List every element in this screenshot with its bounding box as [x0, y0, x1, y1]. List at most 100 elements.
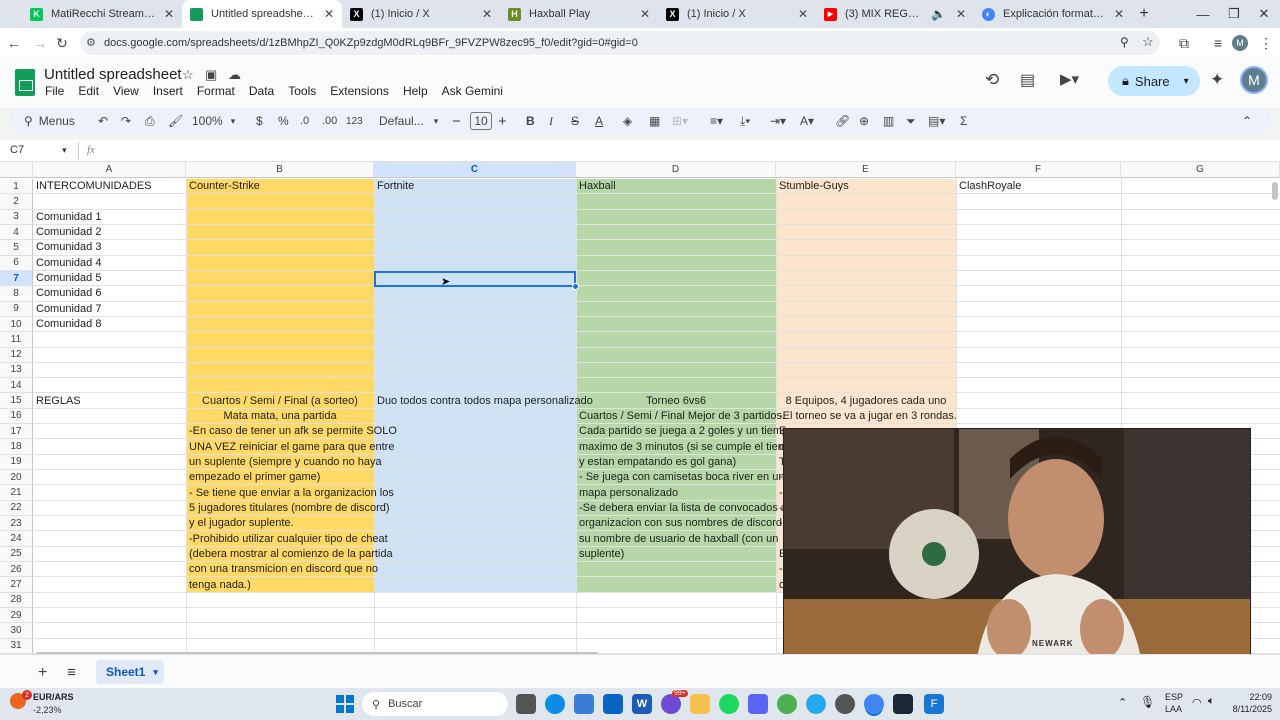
close-tab-icon[interactable]: ✕ — [482, 7, 492, 21]
text-rotation-icon[interactable]: A▾ — [800, 111, 814, 131]
select-all-corner[interactable] — [0, 162, 33, 178]
row-header[interactable]: 8 — [0, 286, 33, 302]
cell-a6[interactable]: Comunidad 4 — [33, 256, 104, 271]
cell-b15[interactable]: Cuartos / Semi / Final (a sorteo) — [186, 394, 374, 409]
more-menu-icon[interactable]: ⋮ — [1256, 33, 1276, 53]
cell-a15[interactable]: REGLAS — [33, 394, 84, 409]
column-header-c[interactable]: C — [374, 162, 576, 178]
fill-handle[interactable] — [572, 283, 579, 290]
collapse-toolbar-icon[interactable]: ⌃ — [1242, 111, 1252, 131]
reload-icon[interactable]: ↻ — [52, 33, 72, 53]
browser-tab[interactable]: ◐ Explicación formato torneo ✕ — [974, 0, 1132, 28]
filter-views-icon[interactable]: ▤▾ — [928, 111, 945, 131]
row-header[interactable]: 6 — [0, 255, 33, 271]
language-top[interactable]: ESP — [1165, 692, 1183, 702]
formula-input[interactable] — [108, 142, 1278, 160]
fill-color-icon[interactable]: ◈ — [623, 111, 632, 131]
insert-chart-icon[interactable]: ▥ — [883, 111, 894, 131]
app-icon[interactable] — [748, 694, 768, 714]
cell-c1[interactable]: Fortnite — [374, 179, 417, 194]
strikethrough-icon[interactable]: S — [571, 111, 579, 131]
close-tab-icon[interactable]: ✕ — [164, 7, 174, 21]
close-tab-icon[interactable]: ✕ — [956, 7, 966, 21]
media-icon[interactable]: ≡ — [1208, 33, 1228, 53]
menu-help[interactable]: Help — [403, 84, 428, 98]
file-explorer-icon[interactable] — [690, 694, 710, 714]
insert-comment-icon[interactable]: ⊕ — [859, 111, 869, 131]
row-header[interactable]: 23 — [0, 516, 33, 532]
row-header[interactable]: 15 — [0, 393, 33, 409]
cell-d1[interactable]: Haxball — [576, 179, 619, 194]
row-header[interactable]: 31 — [0, 638, 33, 654]
row-header[interactable]: 30 — [0, 623, 33, 639]
vertical-scrollbar[interactable] — [1272, 182, 1278, 200]
all-sheets-icon[interactable]: ≡ — [67, 664, 76, 681]
undo-icon[interactable]: ↶ — [98, 111, 108, 131]
cell-a3[interactable]: Comunidad 1 — [33, 210, 104, 225]
star-icon[interactable]: ☆ — [182, 67, 194, 83]
merge-cells-icon[interactable]: ⊞▾ — [672, 111, 688, 131]
browser-tab[interactable]: ▶ (3) MIX REGGAETON 2021 🔈 ✕ — [816, 0, 974, 28]
gemini-icon[interactable]: ✦ — [1210, 70, 1224, 90]
row-header[interactable]: 19 — [0, 454, 33, 471]
selected-cell-c7[interactable] — [374, 271, 576, 287]
cell-a7[interactable]: Comunidad 5 — [33, 271, 104, 286]
menu-extensions[interactable]: Extensions — [330, 84, 389, 98]
cell-b16[interactable]: Mata mata, una partida — [186, 409, 374, 424]
steam-icon[interactable] — [893, 694, 913, 714]
cell-a1[interactable]: INTERCOMUNIDADES — [33, 179, 155, 194]
cell-a5[interactable]: Comunidad 3 — [33, 240, 104, 255]
row-header[interactable]: 22 — [0, 500, 33, 517]
close-tab-icon[interactable]: ✕ — [1114, 7, 1124, 21]
menu-insert[interactable]: Insert — [153, 84, 183, 98]
row-header[interactable]: 18 — [0, 439, 33, 455]
close-window-icon[interactable]: ✕ — [1248, 0, 1280, 28]
increase-decimal-button[interactable]: .00 — [322, 111, 337, 131]
menu-format[interactable]: Format — [197, 84, 235, 98]
profile-avatar[interactable]: M — [1232, 35, 1248, 51]
chrome-icon[interactable] — [777, 694, 797, 714]
app-f-icon[interactable]: F — [924, 694, 944, 714]
row-header[interactable]: 14 — [0, 378, 33, 394]
clock-date[interactable]: 8/11/2025 — [1220, 704, 1272, 714]
browser-tab-active[interactable]: Untitled spreadsheet - Google Sheets ✕ — [182, 0, 342, 28]
row-header[interactable]: 21 — [0, 485, 33, 501]
bold-icon[interactable]: B — [526, 111, 535, 131]
row-header[interactable]: 29 — [0, 607, 33, 624]
vertical-align-icon[interactable]: ⤓▾ — [740, 111, 750, 131]
print-icon[interactable]: ⎙ — [145, 111, 155, 131]
name-box[interactable]: C7 ▾ — [10, 144, 67, 156]
column-header-a[interactable]: A — [33, 162, 186, 178]
volume-icon[interactable]: 🔈︎ — [1208, 695, 1215, 708]
windows-start-icon[interactable] — [336, 695, 354, 713]
menu-view[interactable]: View — [113, 84, 139, 98]
column-header-g[interactable]: G — [1121, 162, 1280, 178]
font-size-input[interactable]: 10 — [470, 112, 492, 130]
row-header[interactable]: 5 — [0, 240, 33, 256]
edge-icon[interactable] — [545, 694, 565, 714]
show-hidden-icons-icon[interactable]: ⌃ — [1118, 696, 1127, 709]
comments-icon[interactable]: ▤ — [1020, 70, 1035, 90]
menu-file[interactable]: File — [45, 84, 64, 98]
row-header[interactable]: 20 — [0, 470, 33, 486]
text-wrapping-icon[interactable]: ⇥▾ — [770, 111, 786, 131]
zoom-select[interactable]: 100% ▾ — [192, 111, 235, 131]
cell-e1[interactable]: Stumble-Guys — [776, 179, 852, 194]
meet-icon[interactable]: ▶▾ — [1060, 70, 1079, 88]
currency-format-button[interactable]: $ — [256, 111, 263, 131]
site-info-icon[interactable]: ⚙ — [86, 36, 96, 49]
horizontal-align-icon[interactable]: ≡▾ — [710, 111, 723, 131]
language-bottom[interactable]: LAA — [1165, 704, 1182, 714]
row-header[interactable]: 26 — [0, 562, 33, 578]
bookmark-star-icon[interactable]: ☆ — [1142, 34, 1154, 50]
search-menus[interactable]: ⚲ Menus — [24, 111, 75, 131]
account-avatar[interactable]: M — [1240, 66, 1268, 94]
row-header[interactable]: 4 — [0, 224, 33, 241]
extensions-icon[interactable]: ⧉ — [1174, 33, 1194, 53]
paint-format-icon[interactable]: 🖌︎ — [168, 111, 183, 131]
spotify-icon[interactable] — [719, 694, 739, 714]
minimize-icon[interactable]: — — [1187, 0, 1219, 28]
move-folder-icon[interactable]: ▣ — [205, 67, 217, 83]
browser-tab[interactable]: X (1) Inicio / X ✕ — [342, 0, 500, 28]
insert-link-icon[interactable]: 🔗︎ — [835, 111, 850, 131]
